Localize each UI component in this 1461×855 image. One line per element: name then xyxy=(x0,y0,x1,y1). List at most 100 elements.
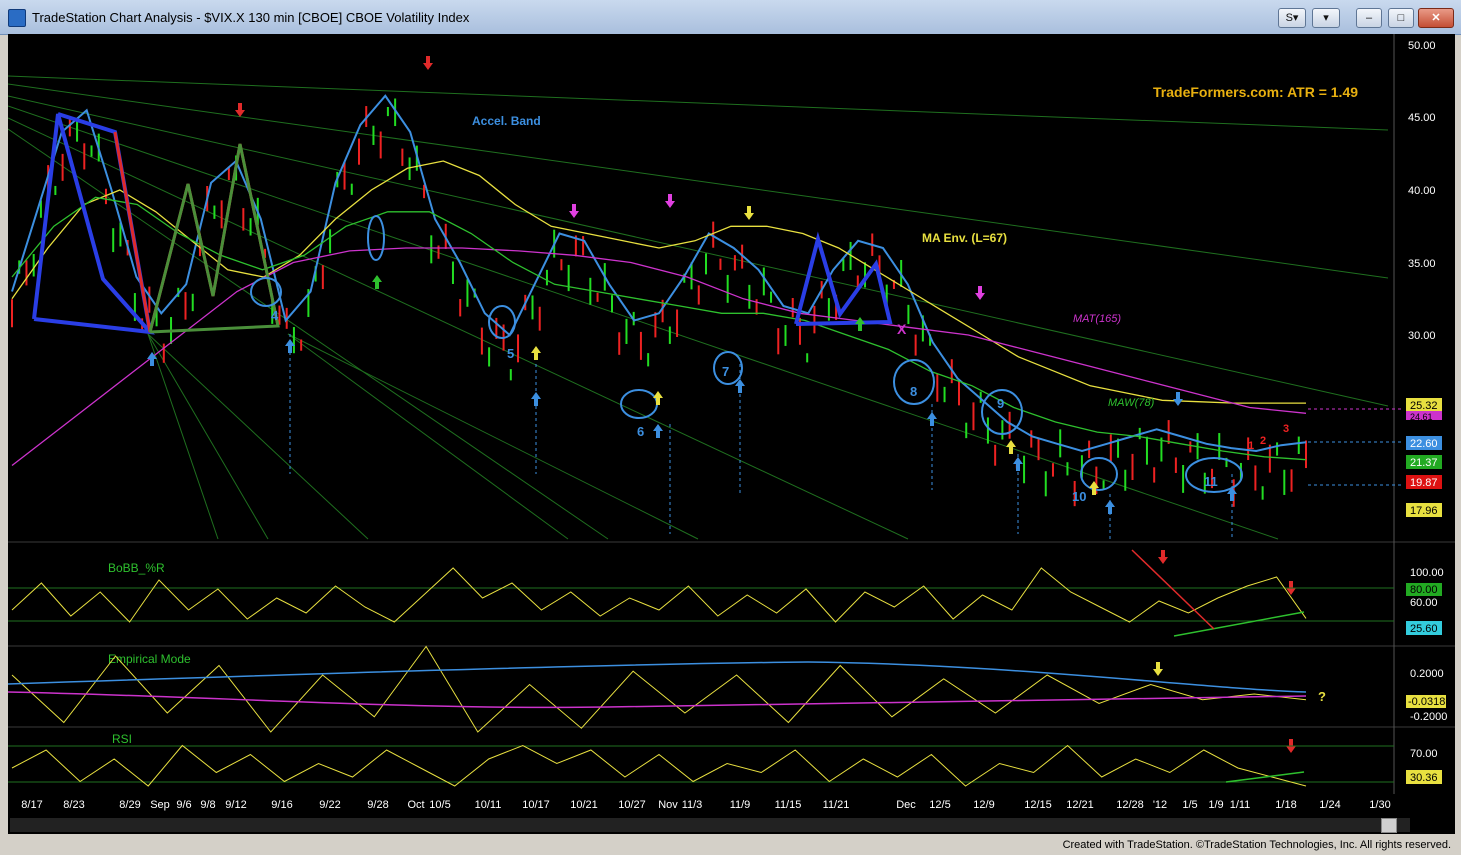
date-tick-label: 12/28 xyxy=(1116,799,1144,811)
down-arrow-icon xyxy=(569,204,579,218)
date-tick-label: 8/17 xyxy=(21,799,42,811)
atr-annotation: TradeFormers.com: ATR = 1.49 xyxy=(1153,84,1358,100)
fan-lines xyxy=(7,75,1389,540)
rsi-trendline xyxy=(1225,771,1305,783)
rsi-line xyxy=(11,744,1307,787)
up-arrow-icon xyxy=(1089,481,1099,495)
env-value-label: 25.32 xyxy=(1410,400,1438,412)
count-label-3: 3 xyxy=(1283,423,1289,435)
maximize-button[interactable]: □ xyxy=(1388,8,1414,28)
bobb-value-label: 25.60 xyxy=(1410,623,1438,635)
rsi-value-label: 30.36 xyxy=(1410,772,1438,784)
rsi-pane-title: RSI xyxy=(112,732,132,746)
wave-label-4: 4 xyxy=(271,308,279,323)
date-tick-label: 1/30 xyxy=(1369,799,1390,811)
up-arrow-icon xyxy=(653,424,663,438)
bobb-pane-title: BoBB_%R xyxy=(108,561,165,575)
symbol-menu-button[interactable]: S▾ xyxy=(1278,8,1306,28)
up-arrow-icon xyxy=(1105,500,1115,514)
footer-text: Created with TradeStation. ©TradeStation… xyxy=(1062,839,1451,851)
status-bar: Created with TradeStation. ©TradeStation… xyxy=(0,836,1461,855)
price-tick: 45.00 xyxy=(1408,112,1436,124)
count-label-1: 1 xyxy=(1248,440,1254,452)
window-title: TradeStation Chart Analysis - $VIX.X 130… xyxy=(32,10,470,25)
tradestation-app-icon xyxy=(8,9,26,27)
wave-label-6: 6 xyxy=(637,424,644,439)
rsi-tick: 70.00 xyxy=(1410,748,1438,760)
date-tick-label: '12 xyxy=(1153,799,1167,811)
bobb-trendline xyxy=(1173,611,1305,637)
up-arrow-icon xyxy=(855,317,865,331)
down-arrow-icon xyxy=(1153,662,1163,676)
emp-value-label: -0.0318 xyxy=(1408,696,1445,708)
emp-tick: -0.2000 xyxy=(1410,711,1447,723)
scrollbar-thumb[interactable] xyxy=(1381,818,1397,833)
date-tick-label: 1/24 xyxy=(1319,799,1340,811)
date-tick-label: 10/21 xyxy=(570,799,598,811)
date-tick-label: 1/9 xyxy=(1208,799,1223,811)
linking-menu-button[interactable]: ▾ xyxy=(1312,8,1340,28)
up-arrow-icon xyxy=(653,391,663,405)
date-tick-label: 8/29 xyxy=(119,799,140,811)
price-tick: 40.00 xyxy=(1408,185,1436,197)
wave-label-8: 8 xyxy=(910,384,917,399)
count-label-2: 2 xyxy=(1260,435,1266,447)
empirical-avg-line xyxy=(7,691,1307,709)
accel-band-label: Accel. Band xyxy=(472,114,541,128)
date-tick-label: Dec xyxy=(896,799,916,811)
date-tick-label: 10/27 xyxy=(618,799,646,811)
bobb-divergence-line xyxy=(1131,549,1215,630)
wave-label-11: 11 xyxy=(1204,474,1218,489)
mat-value-label: 24.61 xyxy=(1410,412,1433,422)
pattern-blue-leg xyxy=(57,112,152,333)
price-value-labels: 25.32 24.61 22.60 21.37 19.87 17.96 xyxy=(1406,398,1442,517)
minimize-button[interactable]: – xyxy=(1356,8,1382,28)
ma-env-line xyxy=(11,160,1306,404)
horizontal-scrollbar[interactable] xyxy=(10,818,1410,832)
mat-label: MAT(165) xyxy=(1073,313,1121,325)
down-arrow-icon xyxy=(665,194,675,208)
up-arrow-icon xyxy=(531,392,541,406)
ma-env-label: MA Env. (L=67) xyxy=(922,231,1007,245)
date-tick-label: 12/21 xyxy=(1066,799,1094,811)
emp-tick: 0.2000 xyxy=(1410,668,1444,680)
close-button[interactable]: ✕ xyxy=(1418,8,1454,28)
wave-circles xyxy=(250,215,1243,493)
up-arrow-icon xyxy=(372,275,382,289)
bobb-upper-label: 80.00 xyxy=(1410,584,1438,596)
empirical-mode-line xyxy=(11,645,1307,733)
level-lines xyxy=(1308,441,1403,486)
up-arrow-icon xyxy=(531,346,541,360)
last-price-label: 19.87 xyxy=(1410,477,1438,489)
bobb-axis: 100.00 80.00 60.00 25.60 xyxy=(1406,567,1444,635)
down-arrow-icon xyxy=(235,103,245,117)
date-tick-label: 1/5 xyxy=(1182,799,1197,811)
price-tick: 50.00 xyxy=(1408,40,1436,52)
date-tick-label: 11/9 xyxy=(730,799,751,811)
date-tick-label: Oct xyxy=(407,799,424,811)
date-tick-label: 8/23 xyxy=(63,799,84,811)
empirical-pane-title: Empirical Mode xyxy=(108,652,191,666)
down-arrow-icon xyxy=(423,56,433,70)
lower-env-value-label: 17.96 xyxy=(1410,505,1438,517)
x-mark: X xyxy=(897,321,907,337)
chart-svg: 4 5 6 7 8 9 10 11 1 2 3 X TradeFormers.c… xyxy=(7,34,1455,811)
chart-area[interactable]: 4 5 6 7 8 9 10 11 1 2 3 X TradeFormers.c… xyxy=(7,34,1455,834)
date-tick-label: 12/9 xyxy=(973,799,994,811)
cycle-markers xyxy=(289,334,1233,539)
date-tick-label: 9/16 xyxy=(271,799,292,811)
date-tick-label: 9/22 xyxy=(319,799,340,811)
date-tick-label: 12/5 xyxy=(929,799,950,811)
pattern-red xyxy=(113,131,280,333)
date-tick-label: 11/3 xyxy=(682,799,703,811)
date-tick-label: 9/28 xyxy=(367,799,388,811)
up-arrow-icon xyxy=(1013,457,1023,471)
question-mark: ? xyxy=(1318,689,1326,704)
date-tick-label: 11/21 xyxy=(823,799,850,811)
wave-label-7: 7 xyxy=(722,364,729,379)
bobb-tick: 60.00 xyxy=(1410,597,1438,609)
maw-label: MAW(78) xyxy=(1108,397,1155,409)
wave-label-10: 10 xyxy=(1072,489,1086,504)
price-tick: 30.00 xyxy=(1408,330,1436,342)
date-tick-label: 11/15 xyxy=(775,799,802,811)
